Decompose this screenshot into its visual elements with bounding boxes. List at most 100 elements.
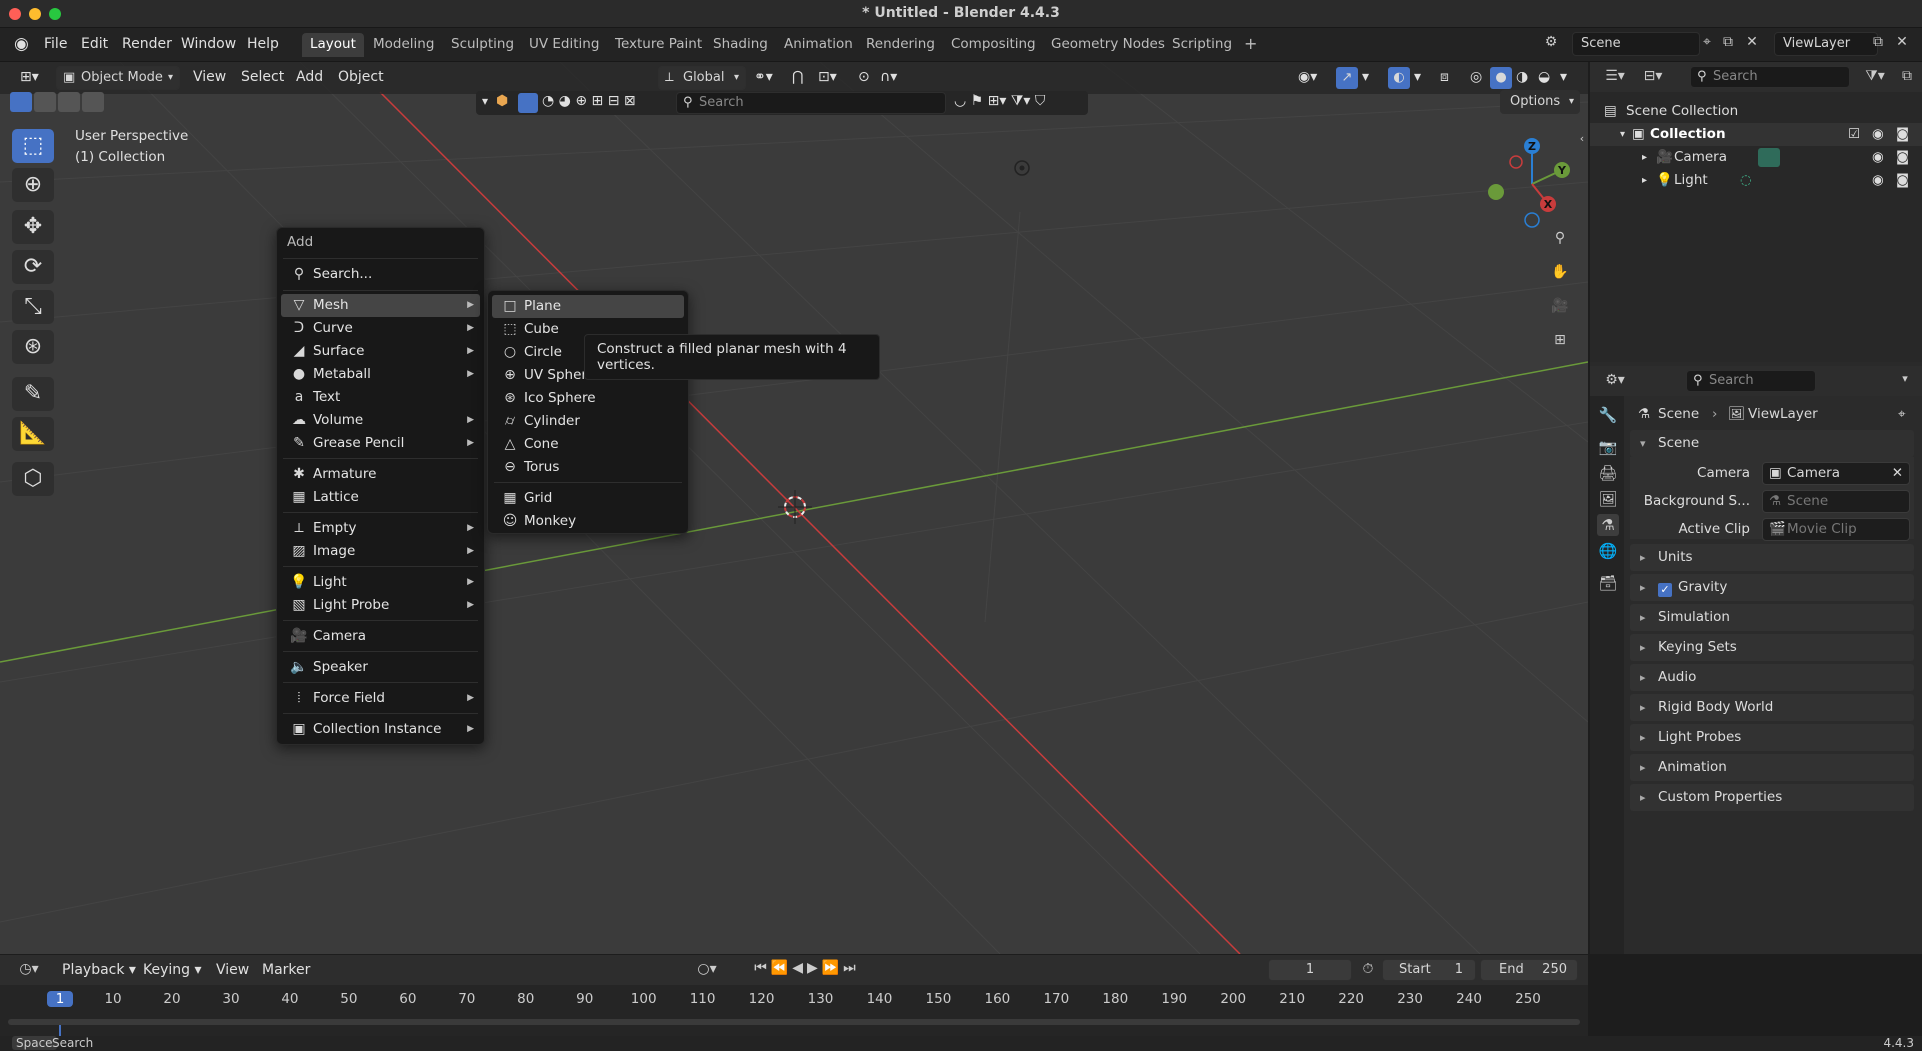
menu-object[interactable]: Object xyxy=(338,69,384,85)
camera-data-icon[interactable] xyxy=(1758,148,1780,167)
navigation-gizmo[interactable]: Z Y X xyxy=(1480,132,1580,232)
snap-options-icon[interactable]: ⊡▾ xyxy=(818,69,837,85)
editor-type-icon[interactable]: ⊞▾ xyxy=(20,69,39,85)
tab-geometry-nodes[interactable]: Geometry Nodes xyxy=(1043,33,1173,57)
options-button[interactable]: Options ▾ xyxy=(1500,90,1580,114)
mesh-item-monkey[interactable]: ☺ Monkey xyxy=(492,510,684,533)
rotate-tool[interactable]: ⟳ xyxy=(12,250,54,284)
tab-compositing[interactable]: Compositing xyxy=(943,33,1044,57)
delete-scene-icon[interactable]: ✕ xyxy=(1742,34,1762,50)
falloff-icon[interactable]: ∩▾ xyxy=(880,69,897,85)
menu-edit[interactable]: Edit xyxy=(81,36,108,52)
blender-logo-icon[interactable]: ◉ xyxy=(14,34,29,54)
add-menu-item-metaball[interactable]: ● Metaball ▶ xyxy=(281,363,480,386)
outliner-camera[interactable]: ▸ 🎥 Camera ◉ ◙ xyxy=(1590,146,1922,169)
eye-icon[interactable]: ◉ xyxy=(1872,169,1884,192)
checkbox-icon[interactable]: ☑ xyxy=(1848,123,1860,146)
editor-type-icon[interactable]: ☰▾ xyxy=(1600,68,1630,84)
render-tab-icon[interactable]: 📷 xyxy=(1597,436,1619,458)
menu-add[interactable]: Add xyxy=(296,69,323,85)
clear-icon[interactable]: ✕ xyxy=(1892,463,1903,484)
add-menu-item-empty[interactable]: ⟂ Empty ▶ xyxy=(281,517,480,540)
select-box-tool[interactable]: ⬚ xyxy=(12,129,54,163)
tab-shading[interactable]: Shading xyxy=(705,33,776,57)
add-menu-search[interactable]: ⚲ Search... xyxy=(281,263,480,286)
chevron-right-icon[interactable]: ▸ xyxy=(1642,146,1647,169)
gravity-checkbox[interactable]: ✓ xyxy=(1658,583,1672,597)
panel-keying-sets[interactable]: ▸ Keying Sets xyxy=(1630,634,1914,661)
measure-tool[interactable]: 📐 xyxy=(12,417,54,451)
select-invert-icon[interactable] xyxy=(82,92,104,112)
collection-tab-icon[interactable]: 🗃 xyxy=(1597,572,1619,594)
tab-modeling[interactable]: Modeling xyxy=(365,33,442,57)
mesh-item-grid[interactable]: ▦ Grid xyxy=(492,487,684,510)
render-camera-icon[interactable]: ◙ xyxy=(1896,169,1909,192)
camera-property-field[interactable]: ▣ Camera ✕ xyxy=(1762,462,1910,485)
active-clip-field[interactable]: 🎬 Movie Clip xyxy=(1762,518,1910,541)
new-scene-icon[interactable]: ⧉ xyxy=(1718,34,1738,50)
outliner-light[interactable]: ▸ 💡 Light ◌ ◉ ◙ xyxy=(1590,169,1922,192)
wireframe-shading-icon[interactable]: ◎ xyxy=(1470,69,1482,85)
mesh-item-cone[interactable]: △ Cone xyxy=(492,433,684,456)
view-layer-field[interactable]: ViewLayer xyxy=(1774,32,1878,56)
panel-custom-properties[interactable]: ▸ Custom Properties xyxy=(1630,784,1914,811)
overlay-toggle-icon[interactable]: ◐ xyxy=(1388,67,1410,89)
gizmo-toggle-icon[interactable]: ↗ xyxy=(1336,67,1358,89)
mesh-item-cylinder[interactable]: ⌭ Cylinder xyxy=(492,410,684,433)
sidebar-toggle-icon[interactable]: ‹ xyxy=(1576,132,1588,145)
select-extend-icon[interactable] xyxy=(34,92,56,112)
filter-icons-group[interactable]: ◔ ◕ ⊕ ⊞ ⊟ ⊠ xyxy=(542,93,636,109)
delete-view-layer-icon[interactable]: ✕ xyxy=(1892,34,1912,50)
add-menu-item-volume[interactable]: ☁ Volume ▶ xyxy=(281,409,480,432)
object-types-icon[interactable]: ⬢ xyxy=(496,93,508,109)
tab-scripting[interactable]: Scripting xyxy=(1164,33,1240,57)
new-view-layer-icon[interactable]: ⧉ xyxy=(1868,34,1888,50)
menu-render[interactable]: Render xyxy=(122,36,172,52)
chevron-down-icon[interactable]: ▾ xyxy=(482,94,488,108)
panel-light-probes[interactable]: ▸ Light Probes xyxy=(1630,724,1914,751)
move-tool[interactable]: ✥ xyxy=(12,210,54,244)
visibility-icon[interactable]: ◉▾ xyxy=(1298,69,1317,85)
outliner-scene-collection[interactable]: ▤ Scene Collection xyxy=(1590,100,1922,123)
tool-tab-icon[interactable]: 🔧 xyxy=(1597,404,1619,426)
proportional-edit-icon[interactable]: ⊙ xyxy=(858,69,870,85)
ortho-toggle-icon[interactable]: ⊞ xyxy=(1546,326,1574,354)
menu-select[interactable]: Select xyxy=(241,69,284,85)
menu-window[interactable]: Window xyxy=(181,36,236,52)
add-menu-item-light[interactable]: 💡 Light ▶ xyxy=(281,571,480,594)
panel-simulation[interactable]: ▸ Simulation xyxy=(1630,604,1914,631)
eye-icon[interactable]: ◉ xyxy=(1872,123,1884,146)
panel-audio[interactable]: ▸ Audio xyxy=(1630,664,1914,691)
add-menu-item-mesh[interactable]: ▽ Mesh ▶ xyxy=(281,294,480,317)
light-data-icon[interactable]: ◌ xyxy=(1740,169,1752,192)
cursor-tool[interactable]: ⊕ xyxy=(12,168,54,202)
add-menu-item-speaker[interactable]: 🔈 Speaker xyxy=(281,656,480,679)
display-mode-icon[interactable]: ⊟▾ xyxy=(1636,68,1670,84)
camera-view-icon[interactable]: 🎥 xyxy=(1546,292,1574,320)
output-tab-icon[interactable]: 🖨 xyxy=(1597,462,1619,484)
pin-icon[interactable]: ⌖ xyxy=(1898,402,1906,426)
filter-icon[interactable]: ⧩▾ xyxy=(1858,68,1892,84)
scale-tool[interactable]: ⤡ xyxy=(12,290,54,324)
scene-browse-icon[interactable]: ⚙ xyxy=(1540,34,1562,50)
tab-uv-editing[interactable]: UV Editing xyxy=(521,33,607,57)
scene-name-field[interactable]: Scene xyxy=(1572,32,1700,56)
xray-icon[interactable]: ⧈ xyxy=(1440,69,1449,85)
add-menu-item-force-field[interactable]: ⦙ Force Field ▶ xyxy=(281,687,480,710)
add-menu-item-grease-pencil[interactable]: ✎ Grease Pencil ▶ xyxy=(281,432,480,455)
frame-ruler[interactable]: 1 10 20 30 40 50 60 70 80 90 100 110 120 130 140 150 160… xyxy=(0,955,1588,1015)
add-menu-item-armature[interactable]: ✱ Armature xyxy=(281,463,480,486)
material-shading-icon[interactable]: ◑ xyxy=(1516,69,1528,85)
pan-hand-icon[interactable]: ✋ xyxy=(1546,258,1574,286)
timeline-scrollbar[interactable] xyxy=(8,1019,1580,1025)
3d-viewport[interactable]: ⊞▾ ▣ Object Mode ▾ View Select Add Objec… xyxy=(0,62,1588,954)
chevron-right-icon[interactable]: ▸ xyxy=(1642,169,1647,192)
view-layer-tab-icon[interactable]: 🖼 xyxy=(1597,488,1619,510)
mesh-item-torus[interactable]: ⊖ Torus xyxy=(492,456,684,479)
zoom-icon[interactable]: ⚲ xyxy=(1546,224,1574,252)
menu-file[interactable]: File xyxy=(44,36,67,52)
rendered-shading-icon[interactable]: ◒ xyxy=(1538,69,1550,85)
scene-pin-icon[interactable]: ⌖ xyxy=(1698,34,1716,50)
add-menu-item-camera[interactable]: 🎥 Camera xyxy=(281,625,480,648)
add-workspace-icon[interactable]: + xyxy=(1236,31,1265,55)
